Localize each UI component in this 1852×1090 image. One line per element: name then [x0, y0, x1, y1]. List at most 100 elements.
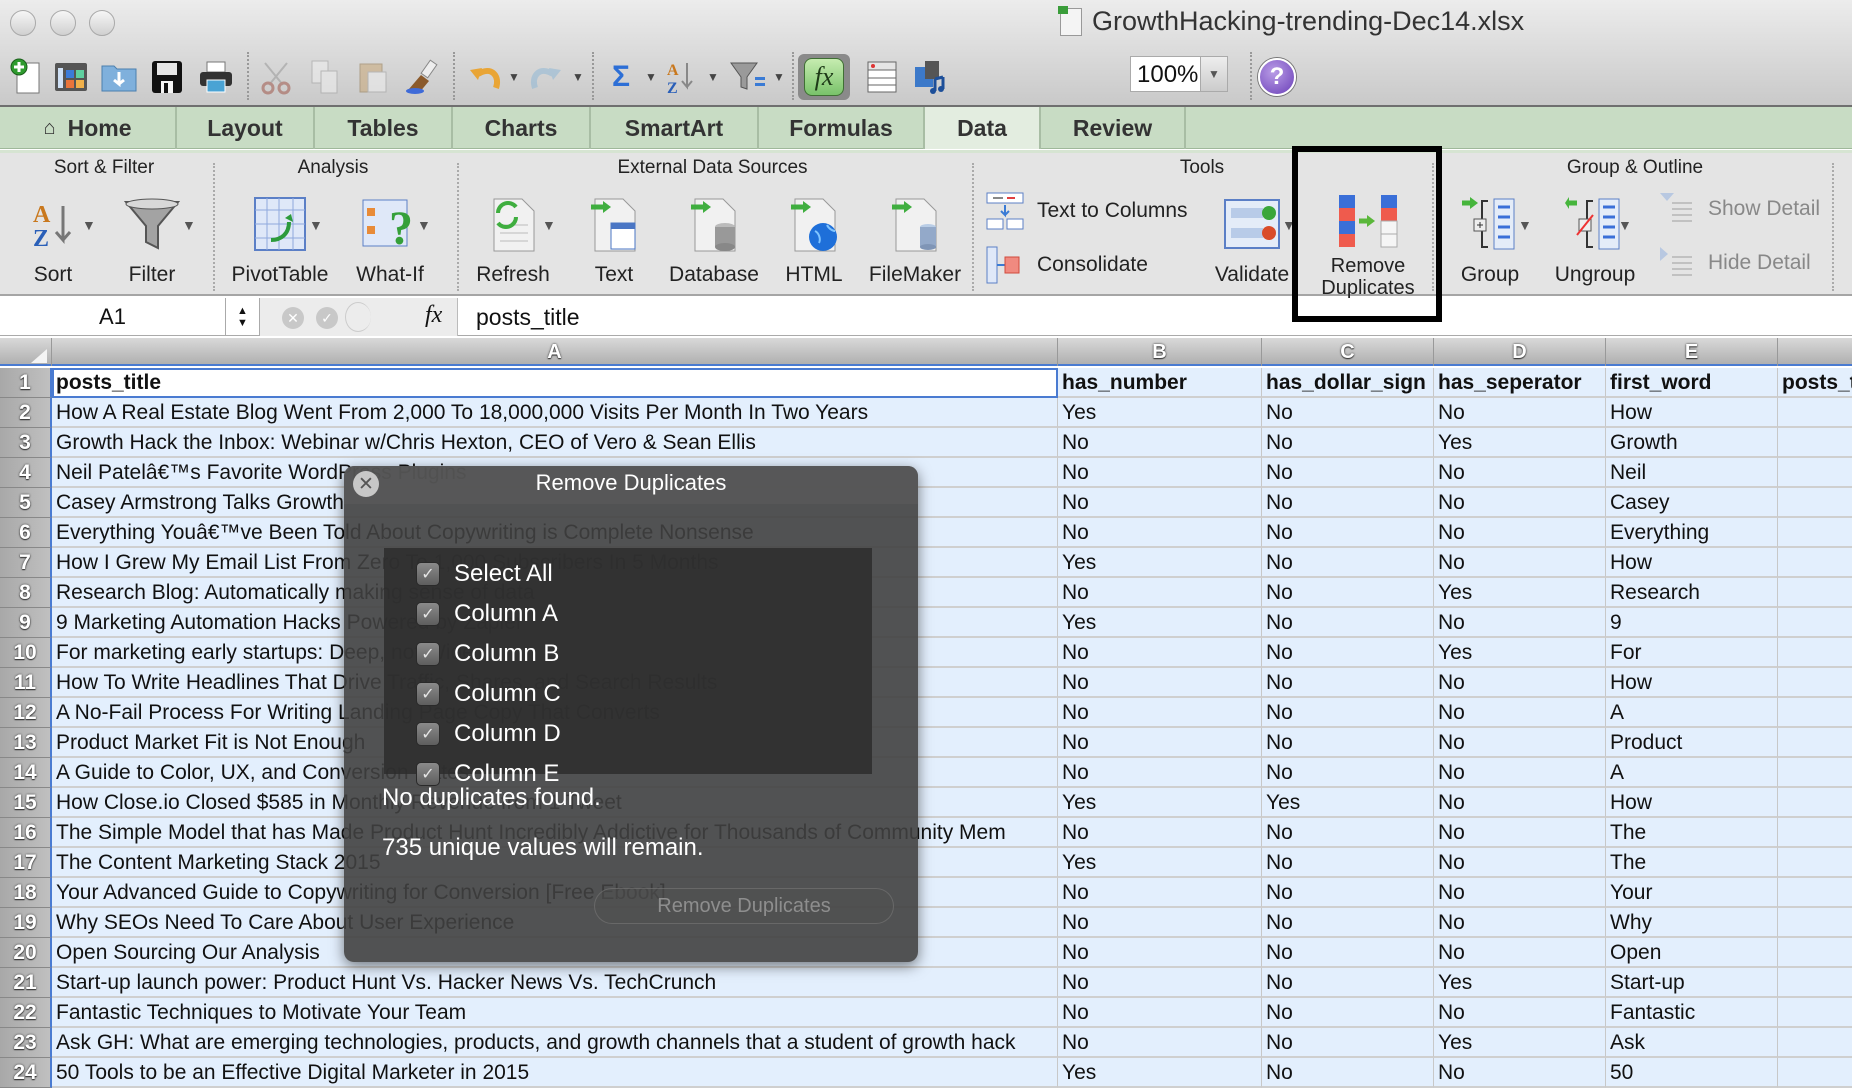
show-detail-button[interactable]: Show Detail	[1658, 191, 1820, 227]
cell-c[interactable]: No	[1262, 818, 1434, 848]
column-header-f[interactable]: F	[1778, 338, 1852, 366]
group-dropdown-icon[interactable]: ▼	[1518, 217, 1532, 233]
cell-b[interactable]: Yes	[1058, 848, 1262, 878]
toolbox-icon[interactable]	[856, 54, 908, 100]
cell-d[interactable]: No	[1434, 728, 1606, 758]
cell-b1[interactable]: has_number	[1058, 368, 1262, 398]
open-folder-icon[interactable]	[93, 54, 145, 100]
cell-f[interactable]	[1778, 1028, 1852, 1058]
sort-dropdown-icon[interactable]: ▼	[707, 70, 719, 84]
cell-b[interactable]: Yes	[1058, 548, 1262, 578]
cell-b[interactable]: No	[1058, 908, 1262, 938]
cell-b[interactable]: No	[1058, 668, 1262, 698]
insert-function-button[interactable]: fx	[343, 298, 458, 336]
column-header-a[interactable]: A	[52, 338, 1058, 366]
filter-dropdown-icon[interactable]: ▼	[773, 70, 785, 84]
cell-d[interactable]: No	[1434, 548, 1606, 578]
cell-d[interactable]: No	[1434, 788, 1606, 818]
cell-f[interactable]	[1778, 848, 1852, 878]
cell-f[interactable]	[1778, 938, 1852, 968]
cell-a[interactable]: How A Real Estate Blog Went From 2,000 T…	[52, 398, 1058, 428]
tab-tables[interactable]: Tables	[315, 107, 453, 149]
group-button[interactable]: Group	[1442, 193, 1538, 287]
close-window-button[interactable]	[10, 10, 36, 36]
cell-e[interactable]: Research	[1606, 578, 1778, 608]
cell-e[interactable]: Growth	[1606, 428, 1778, 458]
cell-e[interactable]: Start-up	[1606, 968, 1778, 998]
row-number[interactable]: 13	[0, 728, 52, 758]
cell-f[interactable]	[1778, 788, 1852, 818]
cell-b[interactable]: No	[1058, 968, 1262, 998]
cell-e[interactable]: The	[1606, 818, 1778, 848]
row-number[interactable]: 4	[0, 458, 52, 488]
cell-c[interactable]: No	[1262, 488, 1434, 518]
row-number[interactable]: 5	[0, 488, 52, 518]
cell-b[interactable]: No	[1058, 938, 1262, 968]
cell-b[interactable]: Yes	[1058, 608, 1262, 638]
cell-b[interactable]: No	[1058, 638, 1262, 668]
cell-b[interactable]: No	[1058, 698, 1262, 728]
undo-icon[interactable]	[458, 54, 510, 100]
cell-d[interactable]: No	[1434, 758, 1606, 788]
cell-c[interactable]: No	[1262, 518, 1434, 548]
cell-d[interactable]: No	[1434, 488, 1606, 518]
select-all-corner[interactable]	[0, 338, 52, 366]
gallery-icon[interactable]	[45, 54, 97, 100]
cell-b[interactable]: No	[1058, 998, 1262, 1028]
dialog-option-column-b[interactable]: ✓ Column B	[416, 640, 559, 668]
cell-d[interactable]: No	[1434, 698, 1606, 728]
cell-f[interactable]	[1778, 968, 1852, 998]
import-html-button[interactable]: HTML	[770, 193, 858, 287]
row-number[interactable]: 8	[0, 578, 52, 608]
row-number[interactable]: 14	[0, 758, 52, 788]
print-icon[interactable]	[190, 54, 242, 100]
cell-c[interactable]: No	[1262, 698, 1434, 728]
cell-c[interactable]: No	[1262, 548, 1434, 578]
checkbox-icon[interactable]: ✓	[416, 682, 440, 706]
filter-button[interactable]: Filter	[110, 193, 194, 287]
cell-e[interactable]: 9	[1606, 608, 1778, 638]
cell-e[interactable]: How	[1606, 398, 1778, 428]
cell-b[interactable]: Yes	[1058, 788, 1262, 818]
ungroup-button[interactable]: Ungroup	[1540, 193, 1650, 287]
validate-button[interactable]: Validate	[1208, 193, 1296, 287]
refresh-dropdown-icon[interactable]: ▼	[542, 217, 556, 233]
cell-d[interactable]: No	[1434, 848, 1606, 878]
checkbox-icon[interactable]: ✓	[416, 602, 440, 626]
sort-az-icon[interactable]: AZ	[656, 54, 708, 100]
row-number[interactable]: 21	[0, 968, 52, 998]
whatif-button[interactable]: ? What-If	[346, 193, 434, 287]
column-header-b[interactable]: B	[1058, 338, 1262, 366]
cell-f[interactable]	[1778, 608, 1852, 638]
cell-f[interactable]	[1778, 578, 1852, 608]
cell-e[interactable]: Open	[1606, 938, 1778, 968]
checkbox-icon[interactable]: ✓	[416, 562, 440, 586]
cell-f[interactable]	[1778, 518, 1852, 548]
cell-f[interactable]	[1778, 668, 1852, 698]
cell-a[interactable]: 50 Tools to be an Effective Digital Mark…	[52, 1058, 1058, 1088]
cell-f[interactable]	[1778, 488, 1852, 518]
refresh-button[interactable]: Refresh	[470, 193, 556, 287]
cell-e[interactable]: How	[1606, 788, 1778, 818]
column-header-e[interactable]: E	[1606, 338, 1778, 366]
dialog-option-column-a[interactable]: ✓ Column A	[416, 600, 558, 628]
row-number[interactable]: 6	[0, 518, 52, 548]
cell-f[interactable]	[1778, 1058, 1852, 1088]
row-number[interactable]: 19	[0, 908, 52, 938]
cell-d[interactable]: No	[1434, 818, 1606, 848]
dialog-option-column-c[interactable]: ✓ Column C	[416, 680, 561, 708]
formula-input[interactable]: posts_title	[476, 298, 580, 336]
cell-c[interactable]: No	[1262, 998, 1434, 1028]
redo-icon[interactable]	[521, 54, 573, 100]
cell-a[interactable]: Growth Hack the Inbox: Webinar w/Chris H…	[52, 428, 1058, 458]
cell-f[interactable]	[1778, 638, 1852, 668]
cell-b[interactable]: No	[1058, 518, 1262, 548]
row-number[interactable]: 17	[0, 848, 52, 878]
row-number[interactable]: 15	[0, 788, 52, 818]
cell-e[interactable]: Ask	[1606, 1028, 1778, 1058]
paintbrush-icon[interactable]	[397, 54, 449, 100]
cell-f[interactable]	[1778, 548, 1852, 578]
cell-e[interactable]: Neil	[1606, 458, 1778, 488]
row-number[interactable]: 20	[0, 938, 52, 968]
cell-f[interactable]	[1778, 908, 1852, 938]
